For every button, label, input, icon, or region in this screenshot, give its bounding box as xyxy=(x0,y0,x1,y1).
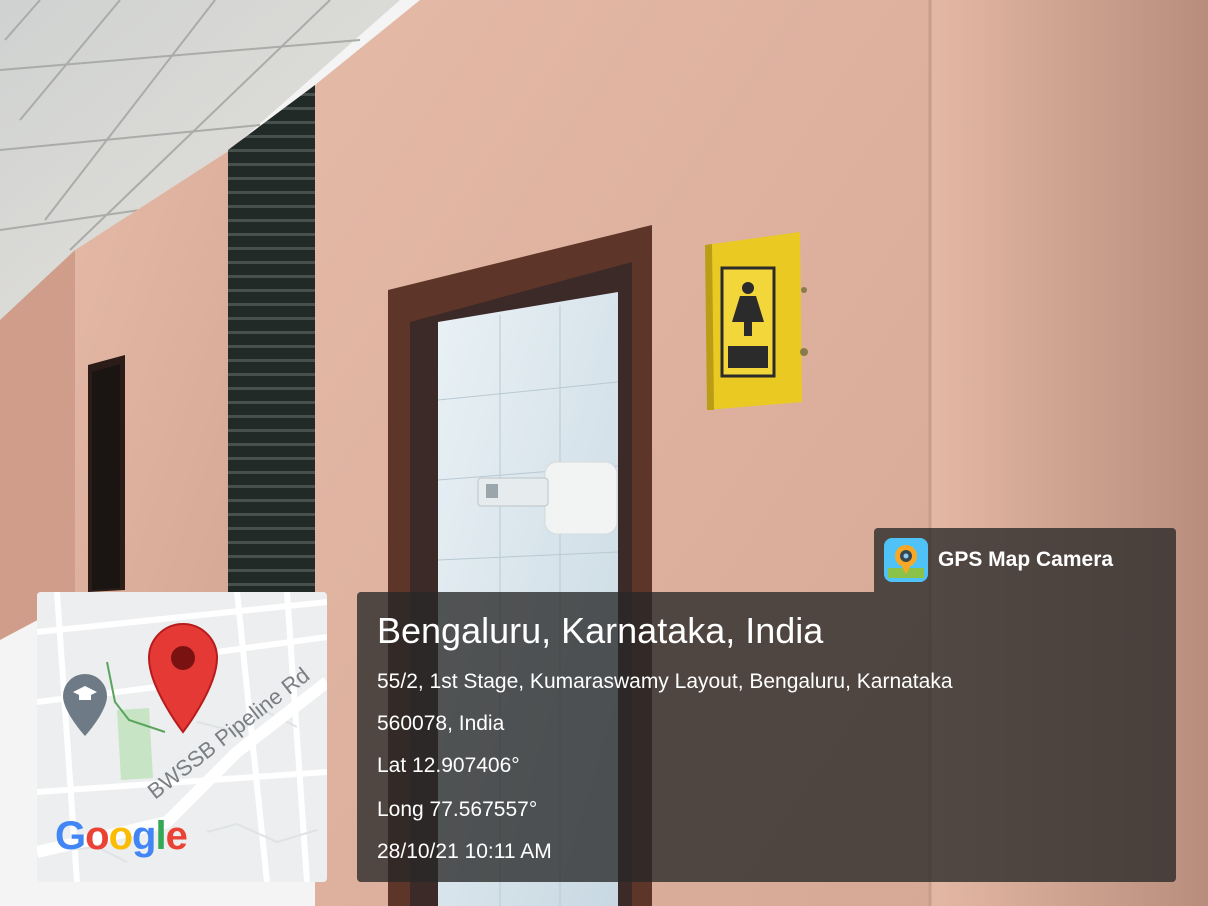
latitude: Lat 12.907406° xyxy=(377,754,520,777)
longitude: Long 77.567557° xyxy=(377,798,538,821)
location-title: Bengaluru, Karnataka, India xyxy=(377,610,824,651)
app-name: GPS Map Camera xyxy=(938,548,1114,571)
location-info-panel: Bengaluru, Karnataka, India 55/2, 1st St… xyxy=(357,592,1176,882)
map-thumbnail: BWSSB Pipeline Rd Google xyxy=(37,592,327,882)
camera-pin-icon xyxy=(884,538,928,582)
address-line-1: 55/2, 1st Stage, Kumaraswamy Layout, Ben… xyxy=(377,670,953,693)
app-brand-badge: GPS Map Camera xyxy=(874,528,1176,592)
address-line-2: 560078, India xyxy=(377,712,505,735)
geotagged-photo: BWSSB Pipeline Rd Google GPS Map Camera … xyxy=(0,0,1208,906)
google-logo: Google xyxy=(55,814,188,858)
timestamp: 28/10/21 10:11 AM xyxy=(377,840,552,863)
